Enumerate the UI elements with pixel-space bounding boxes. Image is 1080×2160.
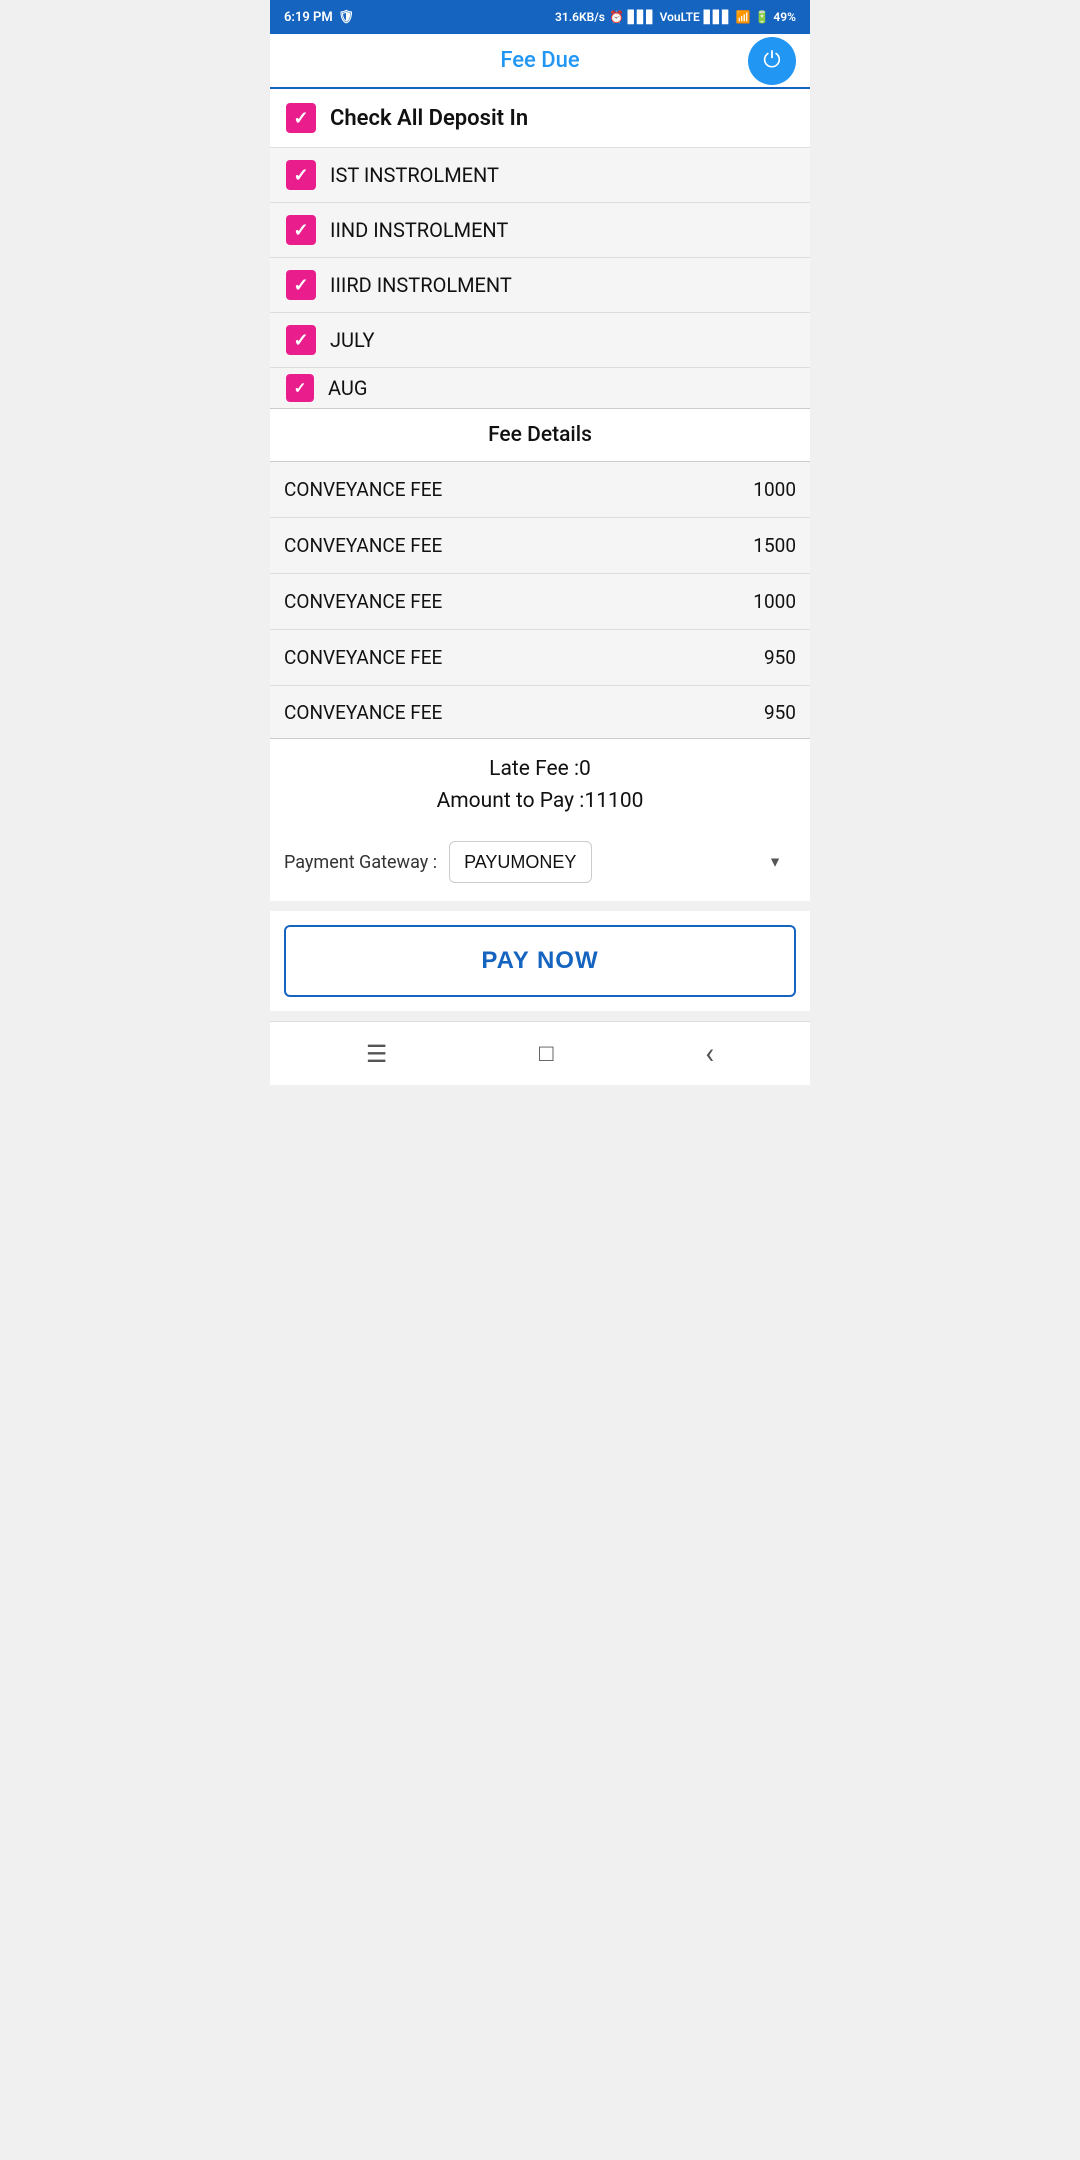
late-fee-row: Late Fee :0 [284, 757, 796, 781]
late-fee-value: 0 [579, 757, 591, 781]
payment-gateway-select-wrapper[interactable]: PAYUMONEY PAYTM RAZORPAY [449, 841, 796, 883]
check-all-checkbox[interactable]: ✓ [286, 103, 316, 133]
power-icon: ⏻ [763, 50, 780, 72]
late-fee-label: Late Fee : [489, 757, 579, 781]
ist-label: IST INSTROLMENT [330, 163, 499, 187]
signal-icon: ▋▋▋ [628, 10, 656, 24]
iiird-label: IIIRD INSTROLMENT [330, 273, 512, 297]
back-icon[interactable]: ‹ [705, 1036, 714, 1071]
wifi-icon: 📶 [736, 10, 751, 24]
fee-label-2: CONVEYANCE FEE [284, 590, 442, 613]
pay-now-section: PAY NOW [270, 911, 810, 1011]
checkmark-icon: ✓ [293, 275, 308, 296]
checkmark-icon: ✓ [293, 220, 308, 241]
fee-label-1: CONVEYANCE FEE [284, 534, 442, 557]
july-checkbox[interactable]: ✓ [286, 325, 316, 355]
aug-checkbox[interactable]: ✓ [286, 374, 314, 402]
lte-icon: VouLTE [660, 10, 700, 24]
fee-details-title: Fee Details [488, 423, 592, 447]
status-speed: 31.6KB/s [555, 10, 605, 24]
page-title: Fee Due [500, 48, 579, 73]
summary-section: Late Fee :0 Amount to Pay :11100 [270, 738, 810, 831]
status-bar-left: 6:19 PM 🛡 [284, 10, 354, 25]
iiird-checkbox[interactable]: ✓ [286, 270, 316, 300]
fee-value-4: 950 [764, 701, 796, 724]
iind-label: IIND INSTROLMENT [330, 218, 508, 242]
status-time: 6:19 PM [284, 10, 333, 25]
bottom-navigation: ☰ □ ‹ [270, 1021, 810, 1085]
battery-percent: 49% [773, 10, 796, 24]
aug-label: AUG [328, 376, 367, 400]
payment-gateway-row: Payment Gateway : PAYUMONEY PAYTM RAZORP… [270, 831, 810, 901]
fee-value-1: 1500 [753, 534, 796, 557]
july-label: JULY [330, 328, 374, 352]
pay-now-button[interactable]: PAY NOW [284, 925, 796, 997]
app-header: Fee Due ⏻ [270, 34, 810, 89]
check-all-row[interactable]: ✓ Check All Deposit In [270, 89, 810, 148]
power-button[interactable]: ⏻ [748, 37, 796, 85]
battery-icon: 🔋 [754, 10, 769, 24]
home-icon[interactable]: □ [539, 1039, 554, 1068]
fee-row-4: CONVEYANCE FEE 950 [270, 686, 810, 738]
fee-details-section: Fee Details CONVEYANCE FEE 1000 CONVEYAN… [270, 408, 810, 738]
alarm-icon: ⏰ [609, 10, 624, 24]
fee-label-0: CONVEYANCE FEE [284, 478, 442, 501]
status-bar: 6:19 PM 🛡 31.6KB/s ⏰ ▋▋▋ VouLTE ▋▋▋ 📶 🔋 … [270, 0, 810, 34]
installment-item-iiird[interactable]: ✓ IIIRD INSTROLMENT [270, 258, 810, 313]
payment-gateway-label: Payment Gateway : [284, 852, 437, 873]
fee-row-1: CONVEYANCE FEE 1500 [270, 518, 810, 574]
checkmark-icon: ✓ [294, 379, 307, 397]
installment-item-iind[interactable]: ✓ IIND INSTROLMENT [270, 203, 810, 258]
fee-details-header: Fee Details [270, 408, 810, 462]
check-all-label: Check All Deposit In [330, 106, 528, 131]
payment-gateway-select[interactable]: PAYUMONEY PAYTM RAZORPAY [449, 841, 592, 883]
fee-value-0: 1000 [753, 478, 796, 501]
fee-row-2: CONVEYANCE FEE 1000 [270, 574, 810, 630]
signal2-icon: ▋▋▋ [704, 10, 732, 24]
status-bar-right: 31.6KB/s ⏰ ▋▋▋ VouLTE ▋▋▋ 📶 🔋 49% [555, 10, 796, 24]
fee-row-3: CONVEYANCE FEE 950 [270, 630, 810, 686]
installment-item-ist[interactable]: ✓ IST INSTROLMENT [270, 148, 810, 203]
installment-list: ✓ IST INSTROLMENT ✓ IIND INSTROLMENT ✓ I… [270, 148, 810, 408]
fee-label-3: CONVEYANCE FEE [284, 646, 442, 669]
installment-item-aug[interactable]: ✓ AUG [270, 368, 810, 408]
installment-item-july[interactable]: ✓ JULY [270, 313, 810, 368]
amount-to-pay-row: Amount to Pay :11100 [284, 789, 796, 813]
checkmark-icon: ✓ [293, 108, 308, 129]
fee-details-list: CONVEYANCE FEE 1000 CONVEYANCE FEE 1500 … [270, 462, 810, 738]
menu-icon[interactable]: ☰ [366, 1040, 388, 1068]
iind-checkbox[interactable]: ✓ [286, 215, 316, 245]
amount-value: 11100 [584, 789, 643, 813]
fee-value-2: 1000 [753, 590, 796, 613]
ist-checkbox[interactable]: ✓ [286, 160, 316, 190]
amount-label: Amount to Pay : [437, 789, 585, 813]
fee-row-0: CONVEYANCE FEE 1000 [270, 462, 810, 518]
checkmark-icon: ✓ [293, 165, 308, 186]
fee-value-3: 950 [764, 646, 796, 669]
status-icon: 🛡 [338, 10, 355, 25]
fee-label-4: CONVEYANCE FEE [284, 701, 442, 724]
checkmark-icon: ✓ [293, 330, 308, 351]
